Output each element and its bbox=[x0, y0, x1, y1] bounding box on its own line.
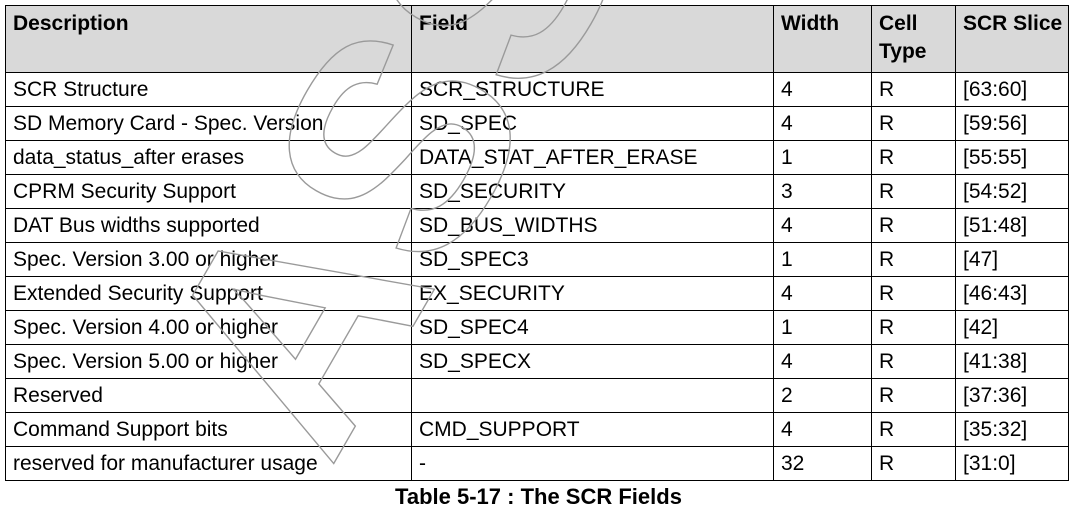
table-row: SCR Structure SCR_STRUCTURE 4 R [63:60] bbox=[5, 72, 1069, 107]
cell-type: R bbox=[871, 344, 956, 379]
cell-field: SD_SPEC bbox=[411, 106, 774, 141]
cell-field: SD_BUS_WIDTHS bbox=[411, 208, 774, 243]
cell-field bbox=[411, 378, 774, 413]
cell-type: R bbox=[871, 378, 956, 413]
table-row: Spec. Version 4.00 or higher SD_SPEC4 1 R [4… bbox=[5, 310, 1069, 345]
cell-field: SD_SPEC3 bbox=[411, 242, 774, 277]
cell-scr-slice: [35:32] bbox=[955, 412, 1069, 447]
cell-scr-slice: [47] bbox=[955, 242, 1069, 277]
cell-scr-slice: [46:43] bbox=[955, 276, 1069, 311]
header-scr-slice: SCR Slice bbox=[955, 5, 1069, 73]
cell-width: 1 bbox=[773, 242, 872, 277]
cell-width: 4 bbox=[773, 72, 872, 107]
cell-width: 4 bbox=[773, 106, 872, 141]
cell-type: R bbox=[871, 412, 956, 447]
cell-field: DATA_STAT_AFTER_ERASE bbox=[411, 140, 774, 175]
cell-scr-slice: [41:38] bbox=[955, 344, 1069, 379]
cell-scr-slice: [63:60] bbox=[955, 72, 1069, 107]
cell-type: R bbox=[871, 140, 956, 175]
cell-field: - bbox=[411, 446, 774, 481]
cell-scr-slice: [37:36] bbox=[955, 378, 1069, 413]
table-row: data_status_after erases DATA_STAT_AFTER_… bbox=[5, 140, 1069, 175]
cell-scr-slice: [51:48] bbox=[955, 208, 1069, 243]
table-header: Description Field Width Cell Type SCR Sl… bbox=[5, 5, 1069, 73]
cell-type: R bbox=[871, 72, 956, 107]
cell-width: 4 bbox=[773, 276, 872, 311]
cell-scr-slice: [55:55] bbox=[955, 140, 1069, 175]
cell-width: 3 bbox=[773, 174, 872, 209]
cell-description: Spec. Version 3.00 or higher bbox=[5, 242, 412, 277]
cell-description: reserved for manufacturer usage bbox=[5, 446, 412, 481]
cell-type: R bbox=[871, 446, 956, 481]
cell-description: Extended Security Support bbox=[5, 276, 412, 311]
table-body: SCR Structure SCR_STRUCTURE 4 R [63:60] SD Me… bbox=[5, 72, 1069, 481]
header-width: Width bbox=[773, 5, 872, 73]
header-field: Field bbox=[411, 5, 774, 73]
cell-description: SD Memory Card - Spec. Version bbox=[5, 106, 412, 141]
scr-fields-table: Description Field Width Cell Type SCR Sl… bbox=[5, 5, 1069, 481]
cell-field: SCR_STRUCTURE bbox=[411, 72, 774, 107]
cell-description: data_status_after erases bbox=[5, 140, 412, 175]
cell-type: R bbox=[871, 310, 956, 345]
table-row: Extended Security Support EX_SECURITY 4 R [4… bbox=[5, 276, 1069, 311]
cell-field: CMD_SUPPORT bbox=[411, 412, 774, 447]
cell-scr-slice: [54:52] bbox=[955, 174, 1069, 209]
cell-scr-slice: [31:0] bbox=[955, 446, 1069, 481]
table-row: Spec. Version 5.00 or higher SD_SPECX 4 R [4… bbox=[5, 344, 1069, 379]
cell-scr-slice: [42] bbox=[955, 310, 1069, 345]
cell-description: Spec. Version 5.00 or higher bbox=[5, 344, 412, 379]
table-row: reserved for manufacturer usage -32 R [31:0… bbox=[5, 446, 1069, 481]
table-row: DAT Bus widths supported SD_BUS_WIDTHS 4 R[… bbox=[5, 208, 1069, 243]
table-caption: Table 5-17 : The SCR Fields bbox=[395, 484, 682, 509]
table-row: Command Support bits CMD_SUPPORT 4 R [35:32] bbox=[5, 412, 1069, 447]
cell-field: SD_SPECX bbox=[411, 344, 774, 379]
cell-width: 4 bbox=[773, 412, 872, 447]
cell-type: R bbox=[871, 208, 956, 243]
cell-field: EX_SECURITY bbox=[411, 276, 774, 311]
table-row: SD Memory Card - Spec. Version SD_SPEC 4 R[… bbox=[5, 106, 1069, 141]
cell-type: R bbox=[871, 242, 956, 277]
cell-width: 4 bbox=[773, 208, 872, 243]
cell-description: CPRM Security Support bbox=[5, 174, 412, 209]
cell-width: 32 bbox=[773, 446, 872, 481]
cell-field: SD_SECURITY bbox=[411, 174, 774, 209]
table-row: Reserved 2 R [37:36] bbox=[5, 378, 1069, 413]
header-row: Description Field Width Cell Type SCR Sl… bbox=[5, 5, 1069, 73]
header-description: Description bbox=[5, 5, 412, 73]
table-row: CPRM Security Support SD_SECURITY 3 R [54:52… bbox=[5, 174, 1069, 209]
cell-description: Spec. Version 4.00 or higher bbox=[5, 310, 412, 345]
cell-description: Command Support bits bbox=[5, 412, 412, 447]
cell-width: 2 bbox=[773, 378, 872, 413]
cell-type: R bbox=[871, 106, 956, 141]
cell-field: SD_SPEC4 bbox=[411, 310, 774, 345]
cell-width: 4 bbox=[773, 344, 872, 379]
cell-width: 1 bbox=[773, 310, 872, 345]
cell-description: DAT Bus widths supported bbox=[5, 208, 412, 243]
table-row: Spec. Version 3.00 or higher SD_SPEC3 1 R [4… bbox=[5, 242, 1069, 277]
cell-scr-slice: [59:56] bbox=[955, 106, 1069, 141]
cell-description: Reserved bbox=[5, 378, 412, 413]
cell-type: R bbox=[871, 174, 956, 209]
cell-type: R bbox=[871, 276, 956, 311]
header-cell-type: Cell Type bbox=[871, 5, 956, 73]
cell-description: SCR Structure bbox=[5, 72, 412, 107]
cell-width: 1 bbox=[773, 140, 872, 175]
